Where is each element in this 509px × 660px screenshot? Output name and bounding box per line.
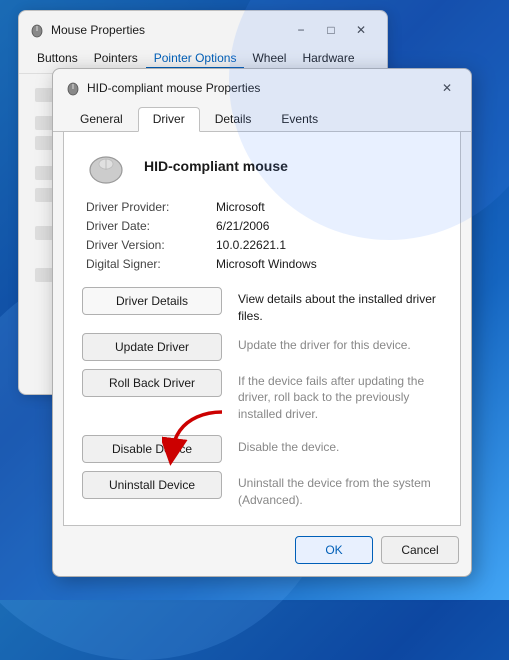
tab-general[interactable]: General [65, 107, 138, 131]
info-row-signer: Digital Signer: Microsoft Windows [86, 257, 442, 271]
device-header: HID-compliant mouse [82, 148, 442, 184]
info-row-provider: Driver Provider: Microsoft [86, 200, 442, 214]
main-title-group: HID-compliant mouse Properties [65, 80, 260, 96]
bg-tab-hardware[interactable]: Hardware [294, 49, 362, 69]
main-titlebar: HID-compliant mouse Properties ✕ [53, 69, 471, 105]
cancel-button[interactable]: Cancel [381, 536, 459, 564]
action-row-driver-details: Driver Details View details about the in… [82, 287, 442, 325]
action-row-uninstall: Uninstall Device Uninstall the device fr… [82, 471, 442, 509]
update-driver-desc: Update the driver for this device. [238, 333, 442, 354]
main-close-button[interactable]: ✕ [433, 77, 461, 99]
disable-device-button[interactable]: Disable Device [82, 435, 222, 463]
info-row-date: Driver Date: 6/21/2006 [86, 219, 442, 233]
bg-window-title: Mouse Properties [51, 23, 145, 37]
date-value: 6/21/2006 [216, 219, 269, 233]
bg-titlebar: Mouse Properties − □ ✕ [19, 11, 387, 47]
main-hid-dialog: HID-compliant mouse Properties ✕ General… [52, 68, 472, 577]
signer-value: Microsoft Windows [216, 257, 317, 271]
provider-label: Driver Provider: [86, 200, 216, 214]
bg-tab-buttons[interactable]: Buttons [29, 49, 86, 69]
info-row-version: Driver Version: 10.0.22621.1 [86, 238, 442, 252]
disable-device-desc: Disable the device. [238, 435, 442, 456]
main-content-area: HID-compliant mouse Driver Provider: Mic… [63, 132, 461, 526]
device-mouse-icon [82, 148, 130, 184]
bg-tab-pointers[interactable]: Pointers [86, 49, 146, 69]
roll-back-driver-button[interactable]: Roll Back Driver [82, 369, 222, 397]
tab-details[interactable]: Details [200, 107, 267, 131]
roll-back-desc: If the device fails after updating the d… [238, 369, 442, 423]
device-name-label: HID-compliant mouse [144, 158, 288, 174]
bg-tab-pointer-options[interactable]: Pointer Options [146, 49, 245, 69]
main-tab-bar: General Driver Details Events [53, 105, 471, 132]
bg-maximize-button[interactable]: □ [317, 19, 345, 41]
version-label: Driver Version: [86, 238, 216, 252]
action-buttons-list: Driver Details View details about the in… [82, 287, 442, 509]
uninstall-desc: Uninstall the device from the system (Ad… [238, 471, 442, 509]
driver-details-desc: View details about the installed driver … [238, 287, 442, 325]
bg-window-title-group: Mouse Properties [29, 22, 145, 38]
version-value: 10.0.22621.1 [216, 238, 286, 252]
action-row-disable-device: Disable Device Disable the device. [82, 435, 442, 463]
driver-details-button[interactable]: Driver Details [82, 287, 222, 315]
bg-tab-wheel[interactable]: Wheel [244, 49, 294, 69]
action-row-update-driver: Update Driver Update the driver for this… [82, 333, 442, 361]
main-mouse-icon [65, 80, 81, 96]
provider-value: Microsoft [216, 200, 265, 214]
tab-driver[interactable]: Driver [138, 107, 200, 132]
uninstall-device-button[interactable]: Uninstall Device [82, 471, 222, 499]
dialog-footer: OK Cancel [53, 526, 471, 576]
bg-mouse-icon [29, 22, 45, 38]
update-driver-button[interactable]: Update Driver [82, 333, 222, 361]
bg-minimize-button[interactable]: − [287, 19, 315, 41]
ok-button[interactable]: OK [295, 536, 373, 564]
bg-window-controls[interactable]: − □ ✕ [287, 19, 375, 41]
date-label: Driver Date: [86, 219, 216, 233]
tab-events[interactable]: Events [266, 107, 333, 131]
signer-label: Digital Signer: [86, 257, 216, 271]
driver-info-table: Driver Provider: Microsoft Driver Date: … [86, 200, 442, 271]
action-row-roll-back: Roll Back Driver If the device fails aft… [82, 369, 442, 423]
bg-close-button[interactable]: ✕ [347, 19, 375, 41]
main-dialog-title: HID-compliant mouse Properties [87, 81, 260, 95]
